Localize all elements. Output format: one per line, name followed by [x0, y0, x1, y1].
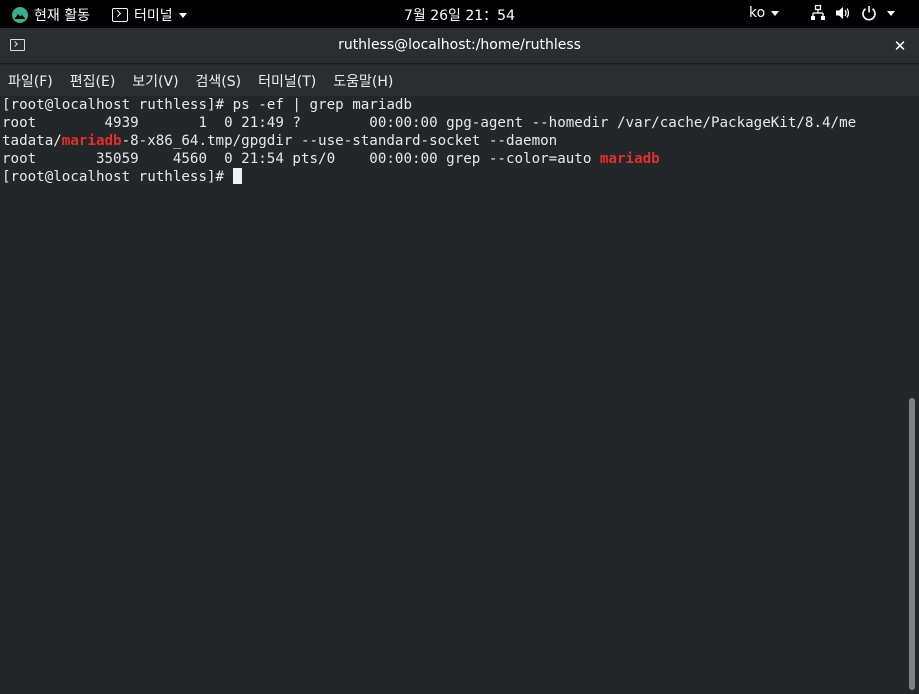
- rocky-logo-icon: [12, 7, 28, 23]
- terminal-output[interactable]: [root@localhost ruthless]# ps -ef | grep…: [0, 96, 908, 694]
- terminal-text: -8-x86_64.tmp/gpgdir --use-standard-sock…: [121, 133, 558, 149]
- clock-button[interactable]: 7월 26일 21：54: [404, 8, 515, 24]
- menu-help[interactable]: 도움말(H): [333, 71, 393, 91]
- system-menu-button[interactable]: [811, 5, 895, 21]
- menu-file[interactable]: 파일(F): [8, 71, 53, 91]
- power-icon: [862, 6, 876, 21]
- activities-label: 현재 활동: [34, 8, 90, 24]
- terminal-line: root 4939 1 0 21:49 ? 00:00:00 gpg-agent…: [2, 115, 857, 131]
- menu-view[interactable]: 보기(V): [132, 71, 178, 91]
- terminal-line: [root@localhost ruthless]# ps -ef | grep…: [2, 97, 412, 113]
- chevron-down-icon: [771, 10, 780, 16]
- language-menu-button[interactable]: ko: [749, 5, 780, 21]
- window-title: ruthless@localhost:/home/ruthless: [338, 37, 581, 53]
- text-cursor: [232, 168, 242, 184]
- network-icon: [811, 5, 825, 20]
- menu-terminal[interactable]: 터미널(T): [258, 71, 316, 91]
- terminal-window: ruthless@localhost:/home/ruthless ✕ 파일(F…: [0, 28, 919, 694]
- grep-match-highlight: mariadb: [61, 133, 122, 149]
- grep-match-highlight: mariadb: [599, 151, 660, 167]
- scrollbar[interactable]: [908, 96, 919, 694]
- terminal-text: root 35059 4560 0 21:54 pts/0 00:00:00 g…: [2, 151, 600, 167]
- shell-prompt: [root@localhost ruthless]#: [2, 169, 233, 185]
- top-panel: 현재 활동 터미널 7월 26일 21：54 ko: [0, 0, 919, 28]
- volume-icon: [836, 7, 850, 19]
- chevron-down-icon: [887, 10, 895, 16]
- terminal-text: tadata/: [2, 133, 62, 149]
- language-label: ko: [749, 5, 766, 21]
- terminal-icon: [112, 8, 128, 22]
- app-menu-button[interactable]: 터미널: [112, 5, 187, 25]
- terminal-line: tadata/mariadb-8-x86_64.tmp/gpgdir --use…: [2, 132, 908, 150]
- window-titlebar[interactable]: ruthless@localhost:/home/ruthless ✕: [0, 28, 919, 64]
- menu-edit[interactable]: 편집(E): [70, 71, 116, 91]
- app-menu-label: 터미널: [134, 8, 173, 24]
- terminal-prompt-line: [root@localhost ruthless]#: [2, 168, 908, 186]
- scrollbar-thumb[interactable]: [909, 398, 915, 690]
- terminal-line: root 35059 4560 0 21:54 pts/0 00:00:00 g…: [2, 150, 908, 168]
- close-button[interactable]: ✕: [889, 35, 911, 57]
- activities-button[interactable]: 현재 활동: [12, 5, 90, 25]
- menu-search[interactable]: 검색(S): [196, 71, 242, 91]
- chevron-down-icon: [178, 12, 187, 18]
- close-icon: ✕: [893, 37, 907, 55]
- menu-bar: 파일(F) 편집(E) 보기(V) 검색(S) 터미널(T) 도움말(H): [0, 65, 919, 96]
